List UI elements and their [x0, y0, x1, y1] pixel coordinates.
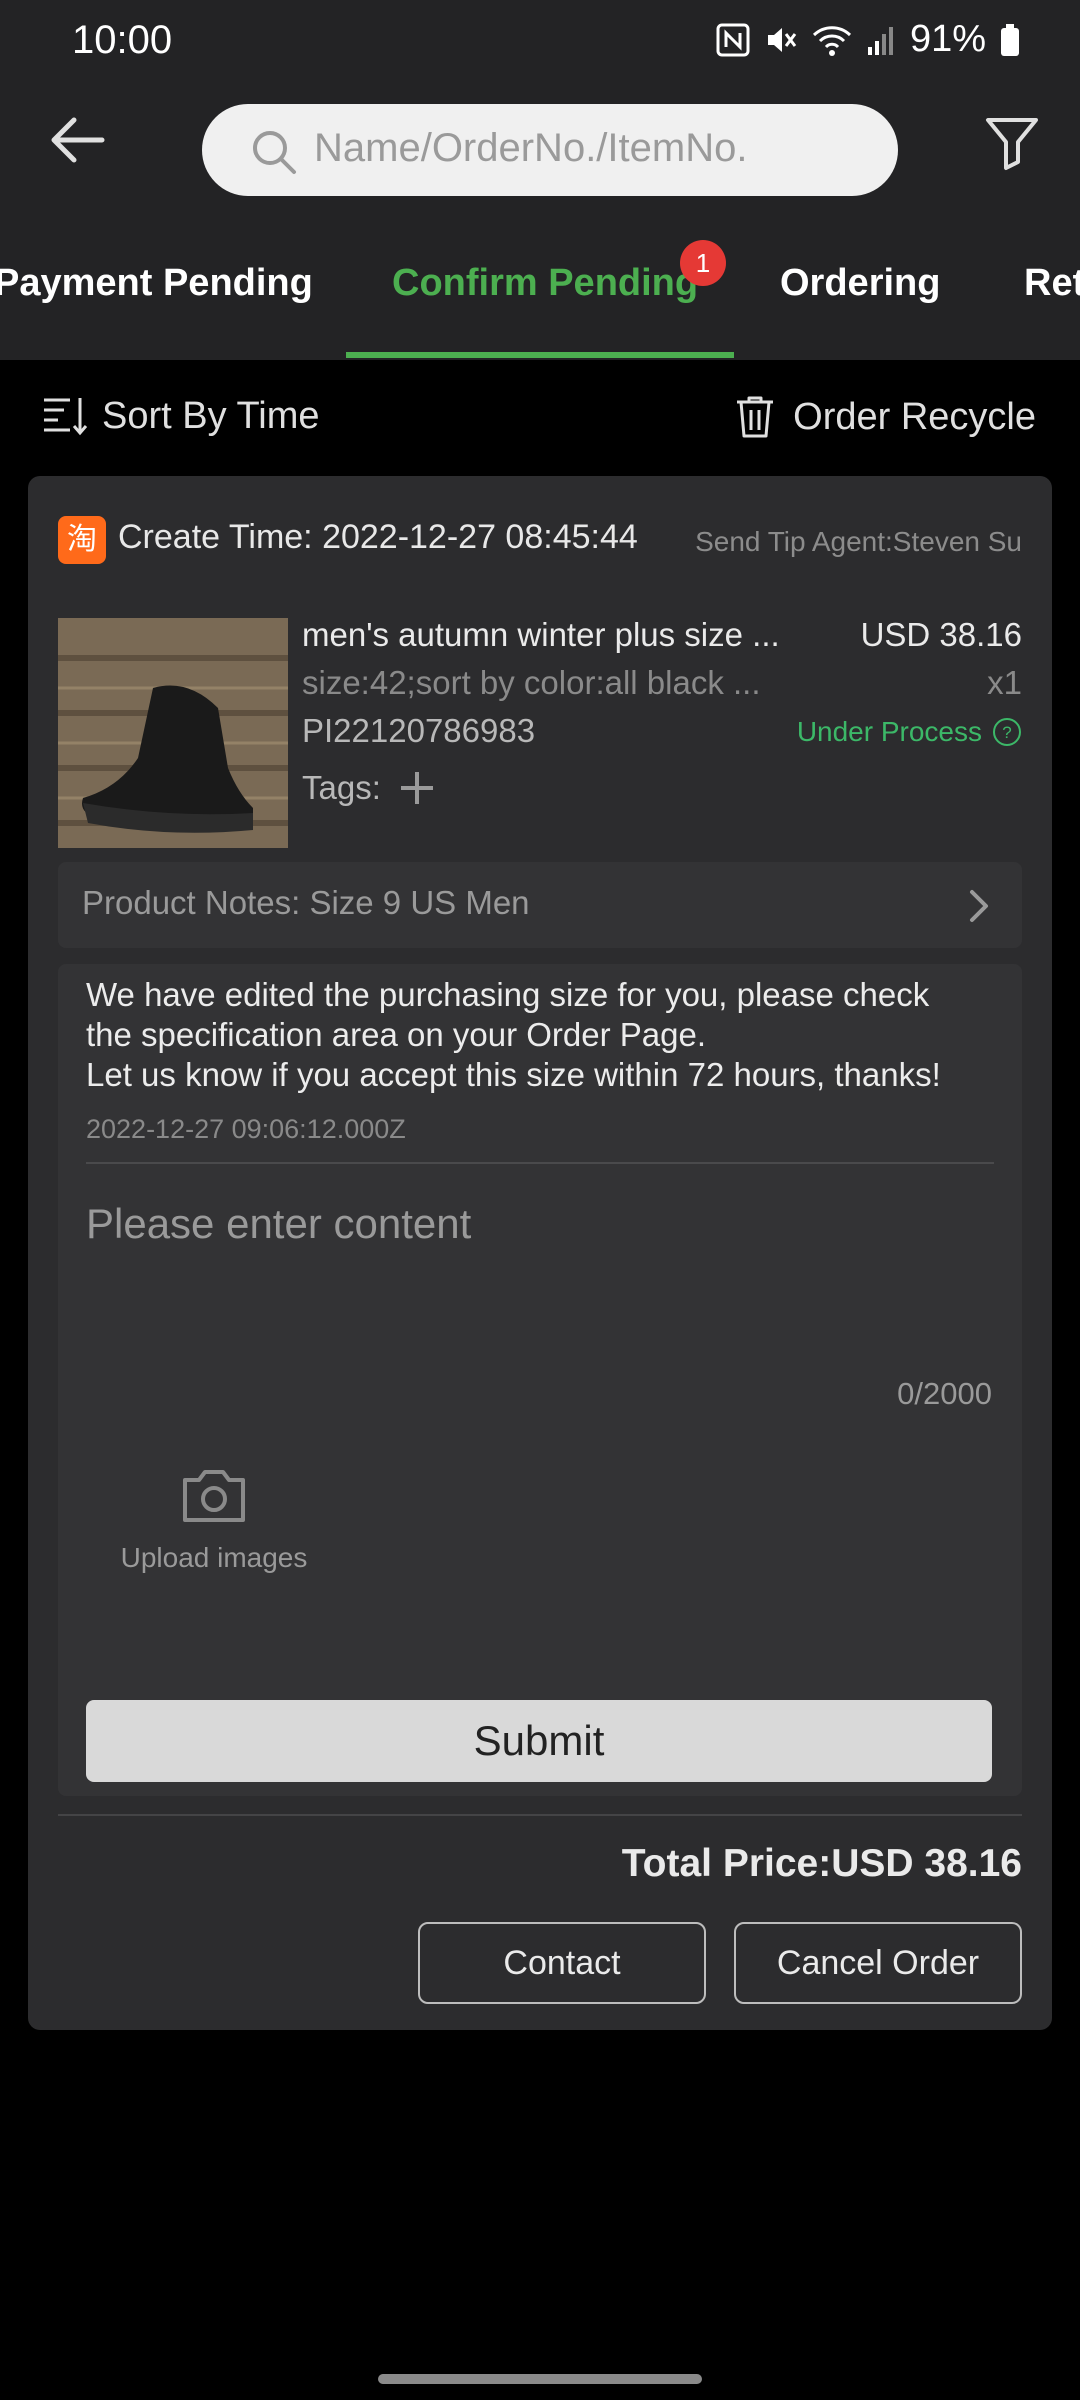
total-price: Total Price:USD 38.16: [621, 1842, 1022, 1885]
contact-button[interactable]: Contact: [418, 1922, 706, 2004]
list-toolbar: Sort By Time Order Recycle: [0, 360, 1080, 476]
sort-label: Sort By Time: [102, 394, 320, 437]
mute-icon: [767, 27, 797, 52]
item-spec: size:42;sort by color:all black ...: [302, 664, 761, 701]
create-time: Create Time: 2022-12-27 08:45:44: [118, 518, 638, 556]
product-notes: Product Notes: Size 9 US Men: [82, 884, 530, 921]
search-icon: [253, 131, 296, 174]
item-number: PI22120786983: [302, 712, 536, 749]
wifi-icon: [812, 25, 851, 56]
divider: [86, 1162, 994, 1164]
back-arrow-icon: [51, 117, 105, 163]
tab-returns[interactable]: Ret: [1024, 262, 1080, 305]
nfc-icon: [716, 23, 750, 56]
tab-ordering[interactable]: Ordering: [780, 262, 940, 305]
message-line-1: We have edited the purchasing size for y…: [86, 976, 930, 1013]
status-bar: 10:00 91%: [0, 0, 1080, 76]
tab-confirm-pending[interactable]: Confirm Pending: [392, 262, 698, 305]
agent-info: Send Tip Agent:Steven Su: [695, 526, 1022, 557]
top-bar: Name/OrderNo./ItemNo.: [0, 76, 1080, 200]
filter-icon: [986, 118, 1038, 170]
signal-icon: [867, 26, 893, 55]
filter-button[interactable]: [982, 112, 1042, 172]
sort-icon: [44, 398, 88, 436]
active-tab-indicator: [346, 352, 734, 358]
agent-message-box: We have edited the purchasing size for y…: [58, 964, 1022, 1796]
message-date: 2022-12-27 09:06:12.000Z: [86, 1114, 406, 1144]
trash-icon: [737, 396, 774, 438]
search-input[interactable]: Name/OrderNo./ItemNo.: [202, 104, 898, 196]
battery-percent: 91%: [909, 18, 986, 60]
recycle-label: Order Recycle: [793, 395, 1036, 438]
tab-payment-pending[interactable]: Payment Pending: [0, 262, 313, 305]
status-icons: 91%: [716, 18, 1020, 61]
back-button[interactable]: [44, 110, 112, 170]
status-label: Under Process: [796, 716, 982, 747]
product-notes-row[interactable]: Product Notes: Size 9 US Men: [58, 862, 1022, 948]
notification-badge: 1: [680, 240, 726, 286]
taobao-shop-icon: 淘: [58, 516, 106, 564]
item-quantity: x1: [987, 664, 1022, 701]
upload-label: Upload images: [120, 1542, 308, 1573]
order-card: 淘 Create Time: 2022-12-27 08:45:44 Send …: [28, 476, 1052, 2030]
chevron-right-icon: [970, 890, 988, 922]
home-indicator[interactable]: [378, 2374, 702, 2384]
character-counter: 0/2000: [897, 1376, 992, 1411]
order-status-tabs: Payment Pending Confirm Pending 1 Orderi…: [0, 200, 1080, 360]
message-line-2: the specification area on your Order Pag…: [86, 1016, 707, 1053]
item-title[interactable]: men's autumn winter plus size ...: [302, 616, 780, 654]
item-status[interactable]: Under Process ?: [797, 716, 1022, 748]
product-image[interactable]: [58, 618, 288, 848]
reply-content-input[interactable]: Please enter content: [86, 1200, 471, 1248]
cancel-order-button[interactable]: Cancel Order: [734, 1922, 1022, 2004]
status-time: 10:00: [72, 18, 173, 62]
divider: [58, 1814, 1022, 1816]
add-tag-icon[interactable]: [397, 768, 437, 808]
item-price: USD 38.16: [860, 616, 1022, 653]
submit-button[interactable]: Submit: [86, 1700, 992, 1782]
message-line-3: Let us know if you accept this size with…: [86, 1056, 941, 1093]
search-placeholder: Name/OrderNo./ItemNo.: [314, 126, 748, 170]
camera-icon: [183, 1470, 245, 1522]
upload-images-button[interactable]: Upload images: [114, 1466, 314, 1606]
order-recycle-button[interactable]: Order Recycle: [733, 394, 1036, 440]
help-icon: ?: [993, 718, 1021, 746]
black-boot-image: [58, 618, 288, 848]
sort-by-time-button[interactable]: Sort By Time: [40, 394, 320, 438]
tags-row: Tags:: [302, 768, 437, 808]
tags-label: Tags:: [302, 769, 381, 806]
battery-icon: [1001, 23, 1019, 56]
svg-text:?: ?: [1002, 723, 1011, 742]
